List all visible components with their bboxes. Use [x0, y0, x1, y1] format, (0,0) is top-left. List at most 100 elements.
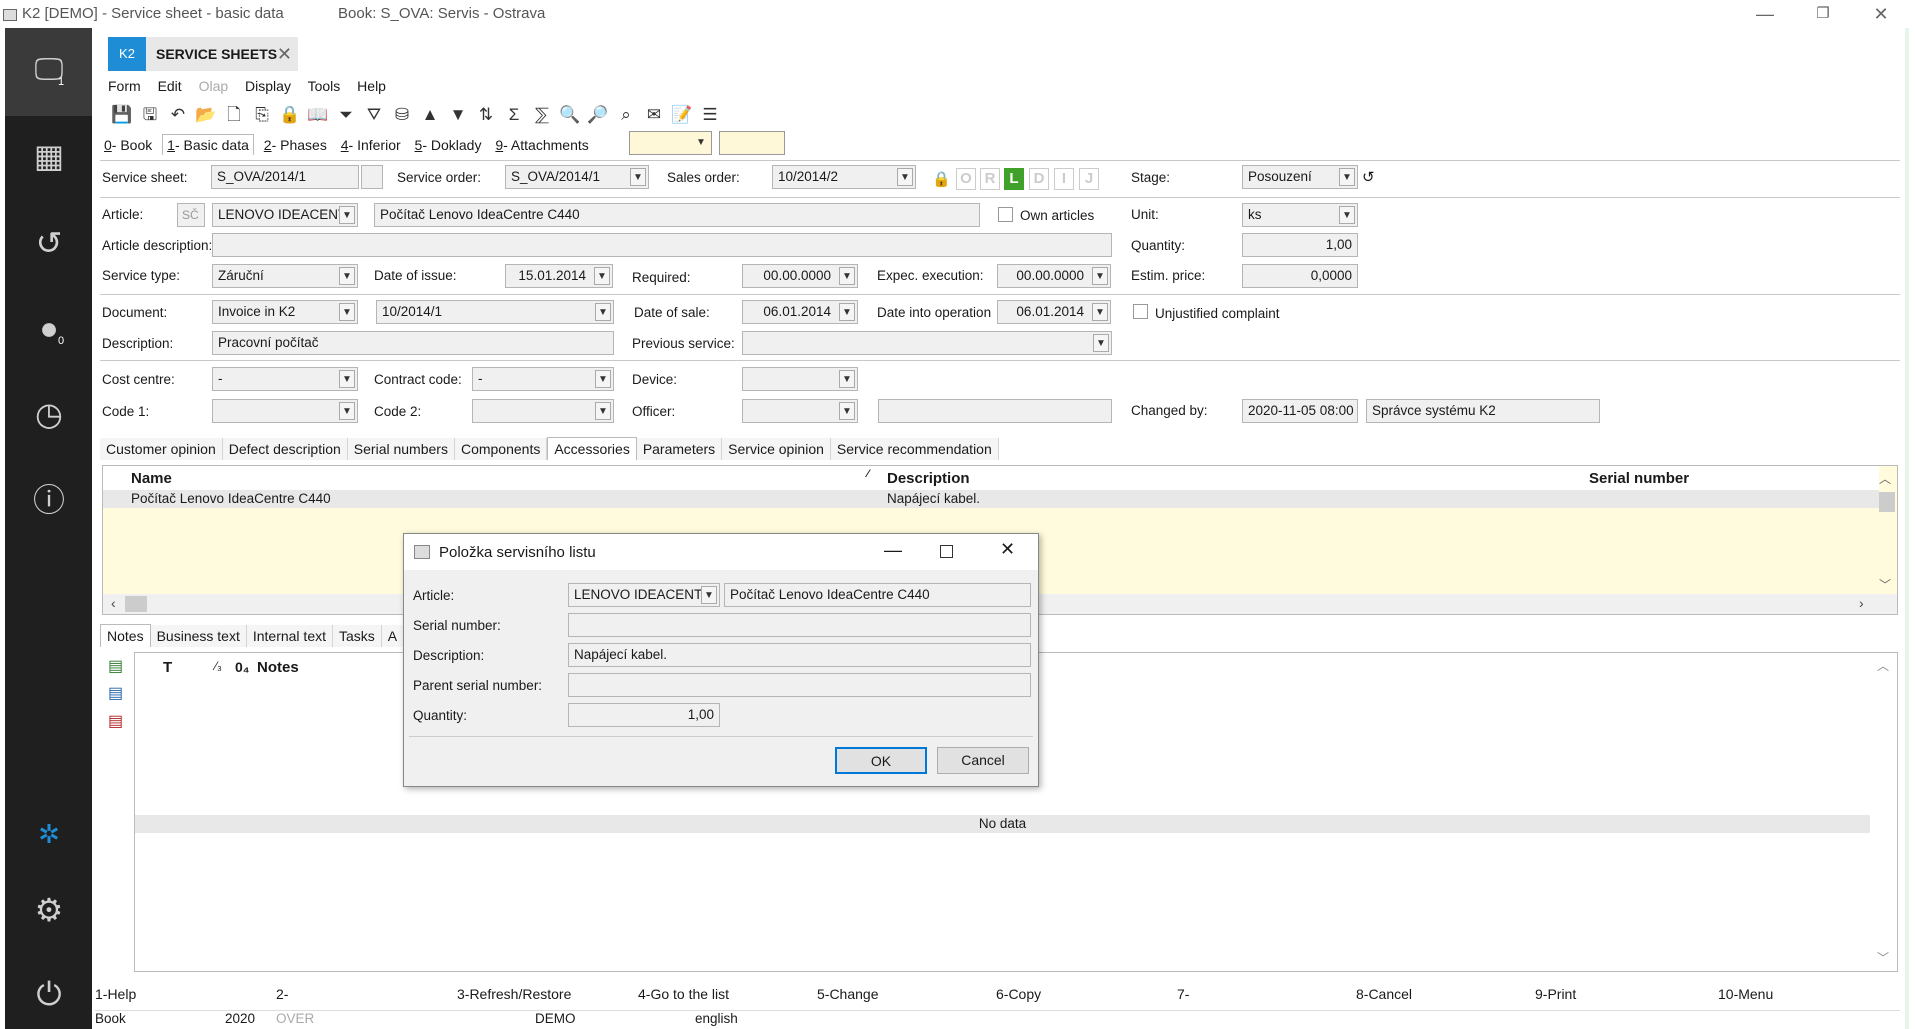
filter-icon[interactable]: ⏷ [334, 104, 358, 126]
menu-help[interactable]: Help [357, 78, 386, 94]
notes-icon[interactable]: 📝 [670, 104, 694, 126]
fkey-print[interactable]: 9-Print [1535, 986, 1576, 1002]
module-tab[interactable]: K2 SERVICE SHEETS ✕ [108, 37, 298, 71]
fkey-go-to-list[interactable]: 4-Go to the list [638, 986, 729, 1002]
col-description[interactable]: Description [887, 470, 970, 487]
chevron-down-icon[interactable]: ▼ [339, 267, 355, 285]
chevron-down-icon[interactable]: ▼ [701, 586, 717, 604]
edit-note-icon[interactable]: ▤ [108, 683, 123, 703]
table-row[interactable]: Počítač Lenovo IdeaCentre C440 Napájecí … [103, 490, 1879, 508]
chevron-down-icon[interactable]: ▼ [839, 402, 855, 420]
tab-notes[interactable]: Notes [100, 624, 151, 647]
binoculars-icon[interactable]: 🔍 [558, 104, 582, 126]
chevron-down-icon[interactable]: ▼ [839, 303, 855, 321]
close-tab-icon[interactable]: ✕ [277, 37, 292, 71]
col-notes[interactable]: Notes [257, 659, 299, 676]
scroll-down-icon[interactable]: ﹀ [1877, 949, 1889, 966]
book-icon[interactable]: 📖 [306, 104, 330, 126]
previous-service-combo[interactable]: ▼ [742, 331, 1112, 355]
chevron-down-icon[interactable]: ▼ [1093, 334, 1109, 352]
restore-button[interactable]: ❐ [1808, 2, 1838, 26]
mail-icon[interactable]: ✉ [642, 104, 666, 126]
ok-button[interactable]: OK [835, 747, 927, 774]
chevron-down-icon[interactable]: ▼ [839, 267, 855, 285]
tab-inferior[interactable]: 4 - Inferior [337, 135, 405, 155]
date-into-operation-field[interactable]: 06.01.2014 ▼ [997, 300, 1111, 324]
fkey-change[interactable]: 5-Change [817, 986, 879, 1002]
sales-order-combo[interactable]: 10/2014/2 ▼ [772, 165, 916, 189]
fkey-copy[interactable]: 6-Copy [996, 986, 1041, 1002]
sc-button[interactable]: SČ [177, 203, 205, 227]
tab-customer-opinion[interactable]: Customer opinion [100, 438, 223, 460]
officer-combo[interactable]: ▼ [742, 399, 858, 423]
contract-code-combo[interactable]: - ▼ [472, 367, 614, 391]
description-field[interactable]: Pracovní počítač [212, 331, 614, 355]
new-document-icon[interactable]: 🗋 [222, 104, 246, 126]
date-issue-field[interactable]: 15.01.2014 ▼ [505, 264, 613, 288]
scroll-up-icon[interactable]: ︿ [1877, 657, 1889, 674]
chevron-down-icon[interactable]: ▼ [594, 267, 610, 285]
chevron-down-icon[interactable]: ▼ [693, 134, 709, 152]
tab-business-text[interactable]: Business text [150, 625, 247, 647]
col-name[interactable]: Name [131, 470, 172, 487]
tab-internal-text[interactable]: Internal text [246, 625, 333, 647]
history-icon[interactable]: ↺ [29, 223, 69, 263]
expec-execution-field[interactable]: 00.00.0000 ▼ [997, 264, 1111, 288]
dlg-description-field[interactable]: Napájecí kabel. [568, 643, 1031, 667]
menu-edit[interactable]: Edit [158, 78, 182, 94]
sort-icon[interactable]: ⇅ [474, 104, 498, 126]
document-combo[interactable]: Invoice in K2 ▼ [212, 300, 358, 324]
chevron-down-icon[interactable]: ▼ [897, 168, 913, 186]
chevron-down-icon[interactable]: ▼ [630, 168, 646, 186]
dlg-article-code-combo[interactable]: LENOVO IDEACENTI ▼ [568, 583, 720, 607]
service-order-combo[interactable]: S_OVA/2014/1 ▼ [505, 165, 649, 189]
document-number-combo[interactable]: 10/2014/1 ▼ [376, 300, 614, 324]
chevron-down-icon[interactable]: ▼ [1092, 267, 1108, 285]
save-icon[interactable]: 💾 [110, 104, 134, 126]
menu-tools[interactable]: Tools [308, 78, 341, 94]
undo-icon[interactable]: ↶ [166, 104, 190, 126]
estim-price-field[interactable]: 0,0000 [1242, 264, 1358, 288]
copy-icon[interactable]: ⎘ [250, 104, 274, 126]
tab-service-opinion[interactable]: Service opinion [722, 438, 831, 460]
tab-accessories[interactable]: Accessories [547, 437, 637, 460]
minimize-button[interactable]: — [1750, 2, 1780, 26]
stack-icon[interactable]: ⛁ [390, 104, 414, 126]
fkey-2[interactable]: 2- [276, 986, 288, 1002]
info-icon[interactable]: ⓘ [29, 480, 69, 520]
service-sheet-extra[interactable] [361, 165, 383, 189]
cost-centre-combo[interactable]: - ▼ [212, 367, 358, 391]
tab-phases[interactable]: 2 - Phases [260, 135, 331, 155]
device-combo[interactable]: ▼ [742, 367, 858, 391]
scroll-up-icon[interactable]: ︿ [1879, 470, 1891, 487]
add-note-icon[interactable]: ▤ [108, 656, 123, 676]
scroll-thumb[interactable] [125, 596, 147, 612]
code1-combo[interactable]: ▼ [212, 399, 358, 423]
chevron-down-icon[interactable]: ▼ [839, 370, 855, 388]
cancel-button[interactable]: Cancel [937, 747, 1029, 774]
article-description-field[interactable] [212, 233, 1112, 257]
fkey-7[interactable]: 7- [1177, 986, 1189, 1002]
chevron-down-icon[interactable]: ▼ [1092, 303, 1108, 321]
article-code-combo[interactable]: LENOVO IDEACENT ▼ [212, 203, 358, 227]
fkey-cancel[interactable]: 8-Cancel [1356, 986, 1412, 1002]
tab-components[interactable]: Components [454, 438, 548, 460]
dialog-maximize-icon[interactable] [940, 545, 953, 558]
tab-defect-description[interactable]: Defect description [222, 438, 348, 460]
tab-parameters[interactable]: Parameters [636, 438, 723, 460]
find-replace-icon[interactable]: ⌕ [614, 104, 638, 126]
menu-lines-icon[interactable]: ☰ [698, 104, 722, 126]
chevron-down-icon[interactable]: ▼ [339, 206, 355, 224]
article-name-field[interactable]: Počítač Lenovo IdeaCentre C440 [374, 203, 980, 227]
stage-combo[interactable]: Posouzení ▼ [1242, 165, 1358, 189]
clear-filter-icon[interactable]: ⛛ [362, 104, 386, 126]
service-type-combo[interactable]: Záruční ▼ [212, 264, 358, 288]
clock-icon[interactable]: ◷ [29, 394, 69, 434]
reset-icon[interactable]: ↺ [1362, 168, 1375, 186]
lock-document-icon[interactable]: 🔒 [278, 104, 302, 126]
view-combo[interactable]: ▼ [629, 131, 712, 155]
dlg-serial-field[interactable] [568, 613, 1031, 637]
delete-note-icon[interactable]: ▤ [108, 711, 123, 731]
tab-serial-numbers[interactable]: Serial numbers [347, 438, 455, 460]
col-t[interactable]: T [163, 659, 172, 676]
